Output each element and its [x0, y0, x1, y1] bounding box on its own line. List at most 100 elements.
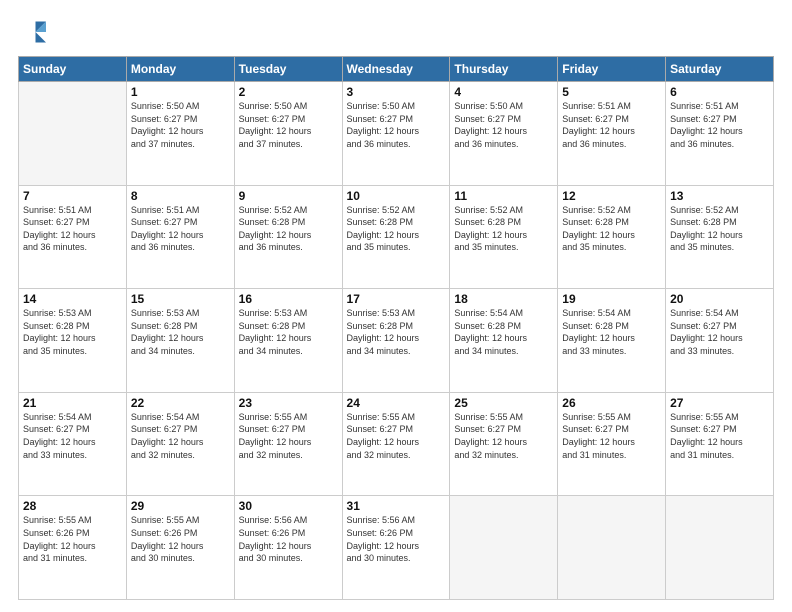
day-info: Sunrise: 5:54 AM Sunset: 6:27 PM Dayligh… [131, 411, 230, 461]
calendar-cell: 23Sunrise: 5:55 AM Sunset: 6:27 PM Dayli… [234, 392, 342, 496]
calendar-cell: 6Sunrise: 5:51 AM Sunset: 6:27 PM Daylig… [666, 82, 774, 186]
day-number: 23 [239, 396, 338, 410]
calendar-cell [19, 82, 127, 186]
weekday-header: Sunday [19, 57, 127, 82]
calendar-cell: 22Sunrise: 5:54 AM Sunset: 6:27 PM Dayli… [126, 392, 234, 496]
calendar-cell: 8Sunrise: 5:51 AM Sunset: 6:27 PM Daylig… [126, 185, 234, 289]
day-number: 24 [347, 396, 446, 410]
day-info: Sunrise: 5:52 AM Sunset: 6:28 PM Dayligh… [562, 204, 661, 254]
calendar-cell: 3Sunrise: 5:50 AM Sunset: 6:27 PM Daylig… [342, 82, 450, 186]
day-info: Sunrise: 5:54 AM Sunset: 6:27 PM Dayligh… [670, 307, 769, 357]
logo [18, 18, 48, 46]
day-info: Sunrise: 5:52 AM Sunset: 6:28 PM Dayligh… [239, 204, 338, 254]
day-number: 8 [131, 189, 230, 203]
day-info: Sunrise: 5:55 AM Sunset: 6:26 PM Dayligh… [131, 514, 230, 564]
calendar-cell: 15Sunrise: 5:53 AM Sunset: 6:28 PM Dayli… [126, 289, 234, 393]
calendar-cell: 20Sunrise: 5:54 AM Sunset: 6:27 PM Dayli… [666, 289, 774, 393]
day-number: 28 [23, 499, 122, 513]
calendar-cell: 18Sunrise: 5:54 AM Sunset: 6:28 PM Dayli… [450, 289, 558, 393]
day-number: 9 [239, 189, 338, 203]
day-number: 13 [670, 189, 769, 203]
day-info: Sunrise: 5:55 AM Sunset: 6:27 PM Dayligh… [239, 411, 338, 461]
calendar-header-row: SundayMondayTuesdayWednesdayThursdayFrid… [19, 57, 774, 82]
day-number: 1 [131, 85, 230, 99]
day-info: Sunrise: 5:51 AM Sunset: 6:27 PM Dayligh… [562, 100, 661, 150]
calendar-cell: 16Sunrise: 5:53 AM Sunset: 6:28 PM Dayli… [234, 289, 342, 393]
day-number: 17 [347, 292, 446, 306]
day-info: Sunrise: 5:52 AM Sunset: 6:28 PM Dayligh… [454, 204, 553, 254]
day-number: 11 [454, 189, 553, 203]
day-number: 3 [347, 85, 446, 99]
day-number: 10 [347, 189, 446, 203]
calendar-cell [558, 496, 666, 600]
weekday-header: Wednesday [342, 57, 450, 82]
calendar-cell: 5Sunrise: 5:51 AM Sunset: 6:27 PM Daylig… [558, 82, 666, 186]
day-number: 25 [454, 396, 553, 410]
day-info: Sunrise: 5:50 AM Sunset: 6:27 PM Dayligh… [131, 100, 230, 150]
calendar-cell: 12Sunrise: 5:52 AM Sunset: 6:28 PM Dayli… [558, 185, 666, 289]
weekday-header: Monday [126, 57, 234, 82]
day-info: Sunrise: 5:50 AM Sunset: 6:27 PM Dayligh… [347, 100, 446, 150]
calendar-cell [450, 496, 558, 600]
day-number: 4 [454, 85, 553, 99]
page: SundayMondayTuesdayWednesdayThursdayFrid… [0, 0, 792, 612]
day-info: Sunrise: 5:52 AM Sunset: 6:28 PM Dayligh… [670, 204, 769, 254]
day-info: Sunrise: 5:53 AM Sunset: 6:28 PM Dayligh… [23, 307, 122, 357]
day-info: Sunrise: 5:55 AM Sunset: 6:27 PM Dayligh… [347, 411, 446, 461]
day-info: Sunrise: 5:51 AM Sunset: 6:27 PM Dayligh… [131, 204, 230, 254]
day-number: 29 [131, 499, 230, 513]
day-info: Sunrise: 5:50 AM Sunset: 6:27 PM Dayligh… [454, 100, 553, 150]
day-number: 7 [23, 189, 122, 203]
calendar-cell: 11Sunrise: 5:52 AM Sunset: 6:28 PM Dayli… [450, 185, 558, 289]
day-info: Sunrise: 5:52 AM Sunset: 6:28 PM Dayligh… [347, 204, 446, 254]
day-info: Sunrise: 5:53 AM Sunset: 6:28 PM Dayligh… [347, 307, 446, 357]
logo-icon [18, 18, 46, 46]
calendar-cell: 14Sunrise: 5:53 AM Sunset: 6:28 PM Dayli… [19, 289, 127, 393]
day-info: Sunrise: 5:56 AM Sunset: 6:26 PM Dayligh… [347, 514, 446, 564]
day-info: Sunrise: 5:55 AM Sunset: 6:27 PM Dayligh… [670, 411, 769, 461]
calendar-cell: 21Sunrise: 5:54 AM Sunset: 6:27 PM Dayli… [19, 392, 127, 496]
calendar-cell: 7Sunrise: 5:51 AM Sunset: 6:27 PM Daylig… [19, 185, 127, 289]
weekday-header: Thursday [450, 57, 558, 82]
calendar-cell: 28Sunrise: 5:55 AM Sunset: 6:26 PM Dayli… [19, 496, 127, 600]
calendar-cell: 1Sunrise: 5:50 AM Sunset: 6:27 PM Daylig… [126, 82, 234, 186]
day-number: 15 [131, 292, 230, 306]
day-info: Sunrise: 5:50 AM Sunset: 6:27 PM Dayligh… [239, 100, 338, 150]
day-info: Sunrise: 5:53 AM Sunset: 6:28 PM Dayligh… [239, 307, 338, 357]
day-number: 2 [239, 85, 338, 99]
calendar-cell: 24Sunrise: 5:55 AM Sunset: 6:27 PM Dayli… [342, 392, 450, 496]
day-number: 5 [562, 85, 661, 99]
day-number: 22 [131, 396, 230, 410]
day-number: 19 [562, 292, 661, 306]
calendar-cell: 31Sunrise: 5:56 AM Sunset: 6:26 PM Dayli… [342, 496, 450, 600]
header [18, 18, 774, 46]
day-number: 27 [670, 396, 769, 410]
day-info: Sunrise: 5:55 AM Sunset: 6:26 PM Dayligh… [23, 514, 122, 564]
day-info: Sunrise: 5:53 AM Sunset: 6:28 PM Dayligh… [131, 307, 230, 357]
calendar-cell: 26Sunrise: 5:55 AM Sunset: 6:27 PM Dayli… [558, 392, 666, 496]
calendar-cell: 25Sunrise: 5:55 AM Sunset: 6:27 PM Dayli… [450, 392, 558, 496]
calendar-cell: 10Sunrise: 5:52 AM Sunset: 6:28 PM Dayli… [342, 185, 450, 289]
day-info: Sunrise: 5:54 AM Sunset: 6:28 PM Dayligh… [562, 307, 661, 357]
day-info: Sunrise: 5:54 AM Sunset: 6:27 PM Dayligh… [23, 411, 122, 461]
day-info: Sunrise: 5:55 AM Sunset: 6:27 PM Dayligh… [562, 411, 661, 461]
day-info: Sunrise: 5:51 AM Sunset: 6:27 PM Dayligh… [670, 100, 769, 150]
day-number: 21 [23, 396, 122, 410]
day-info: Sunrise: 5:54 AM Sunset: 6:28 PM Dayligh… [454, 307, 553, 357]
weekday-header: Friday [558, 57, 666, 82]
weekday-header: Tuesday [234, 57, 342, 82]
calendar-cell: 27Sunrise: 5:55 AM Sunset: 6:27 PM Dayli… [666, 392, 774, 496]
calendar-cell: 4Sunrise: 5:50 AM Sunset: 6:27 PM Daylig… [450, 82, 558, 186]
weekday-header: Saturday [666, 57, 774, 82]
calendar-cell: 13Sunrise: 5:52 AM Sunset: 6:28 PM Dayli… [666, 185, 774, 289]
day-number: 6 [670, 85, 769, 99]
calendar-cell: 30Sunrise: 5:56 AM Sunset: 6:26 PM Dayli… [234, 496, 342, 600]
day-info: Sunrise: 5:55 AM Sunset: 6:27 PM Dayligh… [454, 411, 553, 461]
calendar-cell [666, 496, 774, 600]
calendar-cell: 9Sunrise: 5:52 AM Sunset: 6:28 PM Daylig… [234, 185, 342, 289]
day-number: 18 [454, 292, 553, 306]
calendar-cell: 17Sunrise: 5:53 AM Sunset: 6:28 PM Dayli… [342, 289, 450, 393]
day-number: 16 [239, 292, 338, 306]
day-number: 20 [670, 292, 769, 306]
calendar: SundayMondayTuesdayWednesdayThursdayFrid… [18, 56, 774, 600]
